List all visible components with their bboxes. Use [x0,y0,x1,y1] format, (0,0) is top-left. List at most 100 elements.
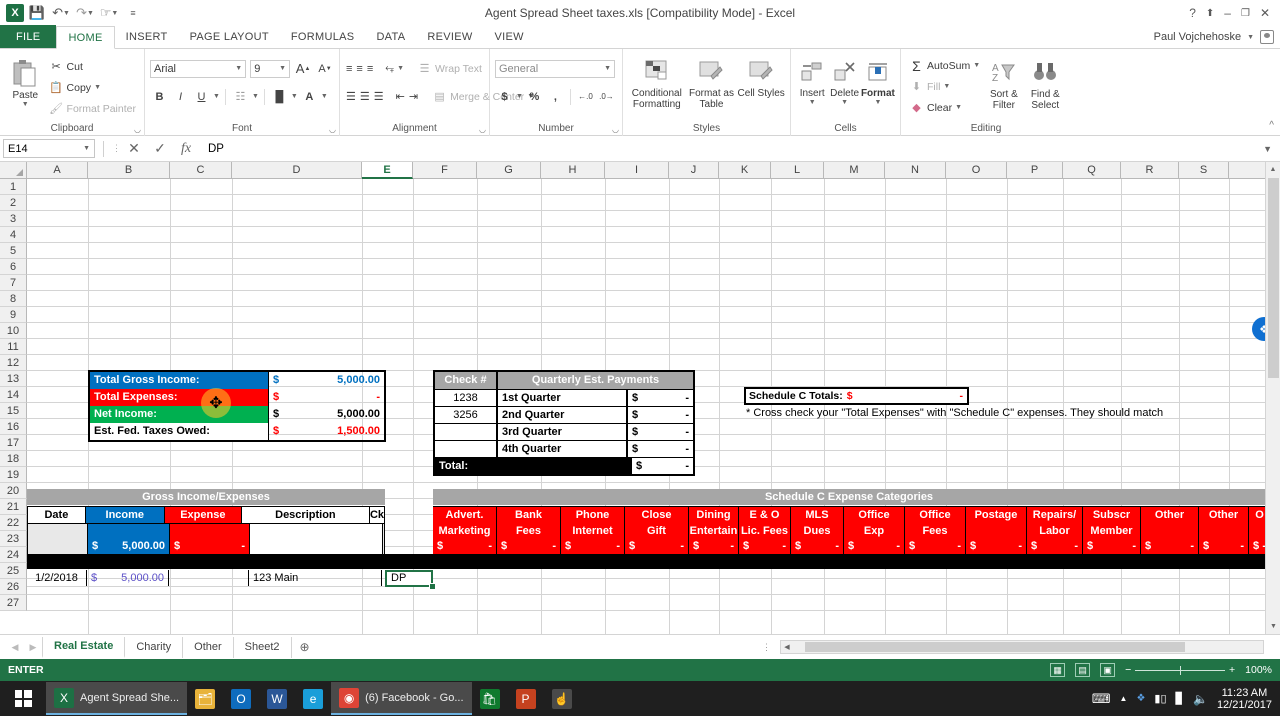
column-header-I[interactable]: I [605,162,669,179]
table-row[interactable]: 4th Quarter $ - [435,440,693,457]
align-bottom-icon[interactable]: ≡ [366,59,374,78]
schedule-c-category-14[interactable]: Other $ - [1199,506,1249,555]
category-amount[interactable]: $- [689,539,738,554]
row-header-23[interactable]: 23 [0,531,27,547]
insert-cells-button[interactable]: Insert ▼ [796,54,828,106]
decrease-indent-icon[interactable]: ⇤ [395,87,406,106]
scroll-down-icon[interactable]: ▼ [1266,619,1280,634]
table-row[interactable]: Date Income Expense Description Ck # [28,507,384,538]
total-gross-income-value[interactable]: $5,000.00 [268,372,384,389]
chevron-down-icon[interactable]: ▼ [973,62,980,69]
tray-battery-icon[interactable]: ▊ [1176,692,1184,705]
zoom-level-label[interactable]: 100% [1245,664,1272,676]
name-box[interactable]: E14 ▼ [3,139,95,158]
chevron-down-icon[interactable]: ▼ [874,99,881,106]
tab-insert[interactable]: INSERT [115,25,179,48]
taskbar-item-outlook[interactable]: O [223,682,259,715]
column-header-J[interactable]: J [669,162,719,179]
table-row[interactable]: 1238 1st Quarter $ - [435,389,693,406]
find-select-button[interactable]: Find & Select [1025,55,1066,118]
category-amount[interactable]: $- [739,539,790,554]
quarter-amount-1[interactable]: $ - [628,390,693,406]
quarterly-payments-table[interactable]: Check # Quarterly Est. Payments 1238 1st … [433,370,695,476]
column-header-B[interactable]: B [88,162,170,179]
chevron-down-icon[interactable]: ▼ [604,65,611,72]
taskbar-item-excel[interactable]: X Agent Spread She... [46,682,188,715]
total-gross-income-label[interactable]: Total Gross Income: [90,372,268,389]
zoom-track[interactable] [1135,665,1225,675]
header-description[interactable]: Description [241,507,370,523]
row-header-2[interactable]: 2 [0,195,27,211]
insert-function-icon[interactable]: fx [173,141,199,157]
header-ck-number[interactable]: Ck # [369,507,384,538]
column-header-N[interactable]: N [885,162,946,179]
row-header-11[interactable]: 11 [0,339,27,355]
cell-total-expense[interactable]: $ - [170,539,250,554]
table-row[interactable]: Check # Quarterly Est. Payments [435,372,693,389]
net-income-value[interactable]: $5,000.00 [268,406,384,423]
scroll-left-icon[interactable]: ◀ [781,643,793,651]
cell-styles-button[interactable]: Cell Styles [737,54,785,110]
borders-icon[interactable]: ☷ [231,87,250,106]
quarter-amount-4[interactable]: $ - [628,441,693,457]
underline-chevron-down-icon[interactable]: ▼ [213,93,220,100]
row-header-19[interactable]: 19 [0,467,27,483]
tab-formulas[interactable]: FORMULAS [280,25,366,48]
schedule-c-category-12[interactable]: Subscr Member $ - [1083,506,1141,555]
table-row[interactable]: Net Income: $5,000.00 [90,406,384,423]
column-header-E[interactable]: E [362,162,413,179]
sheet-tab-sheet2[interactable]: Sheet2 [234,636,292,658]
chevron-down-icon[interactable]: ▼ [841,99,848,106]
quarter-label-4[interactable]: 4th Quarter [498,441,628,457]
cell-total-date[interactable] [28,539,88,554]
paste-button[interactable]: Paste ▼ [5,56,46,119]
row-headers[interactable]: 1 2 3 4 5 6 7 8 9 10 11 12 13 14 15 16 17 18 19 20 21 22 23 24 2… [0,179,27,611]
separator-row-13[interactable] [27,554,1265,569]
quarterly-total-label[interactable]: Total: [435,458,630,474]
schedule-c-category-11[interactable]: Repairs/Labor $ - [1027,506,1083,555]
quarterly-total-amount[interactable]: $ - [630,458,693,474]
tab-view[interactable]: VIEW [484,25,535,48]
font-color-icon[interactable]: A [300,87,319,106]
confirm-edit-icon[interactable]: ✓ [147,140,173,157]
row-header-3[interactable]: 3 [0,211,27,227]
zoom-slider[interactable]: − + [1125,664,1235,676]
font-color-chevron-down-icon[interactable]: ▼ [321,93,328,100]
tray-show-hidden-icon[interactable]: ▲ [1120,694,1128,703]
normal-view-icon[interactable]: ▦ [1050,663,1066,677]
page-layout-view-icon[interactable]: ▤ [1075,663,1091,677]
tab-review[interactable]: REVIEW [416,25,483,48]
decrease-font-size-button[interactable]: A ▼ [316,59,334,78]
tab-file[interactable]: FILE [0,25,57,48]
decrease-decimal-icon[interactable]: .0→ [597,87,616,106]
vertical-scrollbar[interactable]: ▲ ▼ [1265,162,1280,634]
chevron-down-icon[interactable]: ▼ [94,84,101,91]
font-name-input[interactable]: Arial ▼ [150,59,247,78]
row-header-18[interactable]: 18 [0,451,27,467]
chevron-down-icon[interactable]: ▼ [1247,34,1254,41]
expand-formula-bar-icon[interactable]: ▼ [1258,144,1277,154]
quarterly-title[interactable]: Quarterly Est. Payments [498,372,693,389]
collapse-ribbon-icon[interactable]: ^ [1269,120,1274,131]
cancel-edit-icon[interactable]: ✕ [121,140,147,157]
row-header-14[interactable]: 14 [0,387,27,403]
sort-filter-button[interactable]: AZ Sort & Filter [983,55,1024,118]
row-header-7[interactable]: 7 [0,275,27,291]
quarter-label-3[interactable]: 3rd Quarter [498,424,628,440]
category-amount[interactable]: $- [1083,539,1140,554]
cell-spacer-income[interactable] [88,524,170,539]
chevron-down-icon[interactable]: ▼ [279,65,286,72]
schedule-c-category-10[interactable]: Postage $ - [966,506,1027,555]
row-header-12[interactable]: 12 [0,355,27,371]
column-header-M[interactable]: M [824,162,885,179]
column-header-C[interactable]: C [170,162,232,179]
increase-decimal-icon[interactable]: ←.0 [576,87,595,106]
chevron-down-icon[interactable]: ▼ [809,99,816,106]
sheet-tab-bar[interactable]: ◀ ▶ Real Estate Charity Other Sheet2 ⊕ ⋮… [0,634,1280,659]
start-button[interactable] [0,681,46,716]
row-header-21[interactable]: 21 [0,499,27,515]
chevron-down-icon[interactable]: ▼ [943,83,950,90]
taskbar-items[interactable]: X Agent Spread She... 🗂 O We ◉ (6) Facebook - … [46,682,580,715]
sheet-tab-charity[interactable]: Charity [125,636,184,658]
row-header-20[interactable]: 20 [0,483,27,499]
